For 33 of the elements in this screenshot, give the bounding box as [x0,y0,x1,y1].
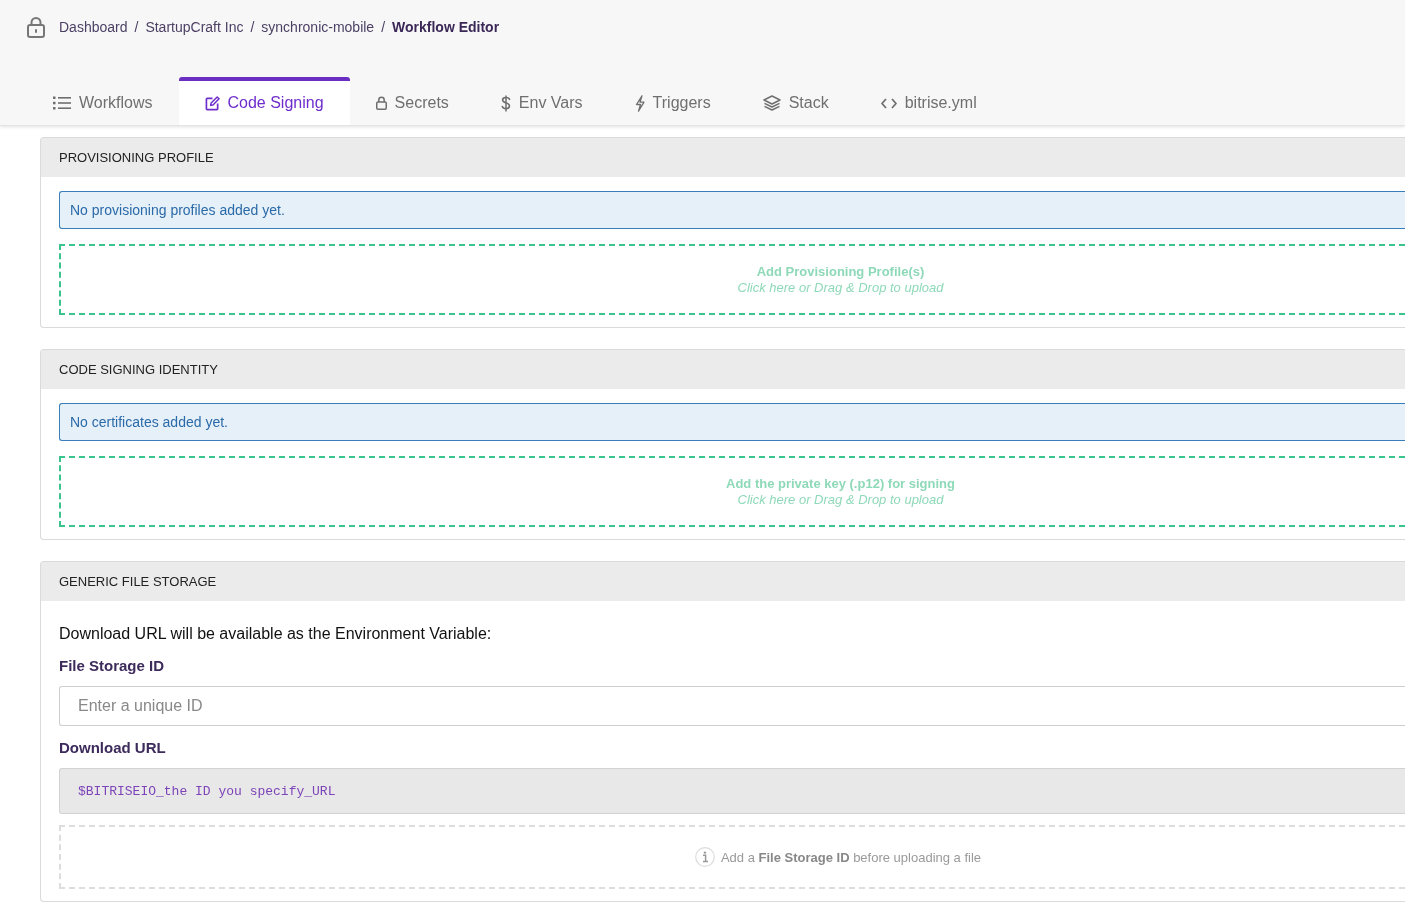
info-icon [694,847,715,867]
breadcrumb-link[interactable]: Workflow Editor [392,19,500,35]
info-notice: No certificates added yet. [59,403,1405,441]
lock-icon [375,96,387,110]
tab[interactable]: Stack [736,77,855,125]
breadcrumb-separator: / [134,19,139,35]
tab[interactable]: Env Vars [474,77,609,125]
dollar-icon [500,94,511,112]
info-notice: No provisioning profiles added yet. [59,191,1405,229]
tab[interactable]: Secrets [349,77,475,125]
file-storage-id-field[interactable]: Enter a unique ID [59,686,1405,726]
breadcrumb-separator: / [250,19,255,35]
download-url-code: $BITRISEIO_the ID you specify_URL [59,768,1405,814]
intro-text: Download URL will be available as the Environment Variable: [59,624,493,644]
tab[interactable]: bitrise.yml [854,77,1003,125]
field-label: Download URL [59,739,167,757]
section-header: GENERIC FILE STORAGE [41,562,1405,601]
section-header: CODE SIGNING IDENTITY [41,350,1405,389]
edit-icon [204,95,220,111]
breadcrumb-separator: / [381,19,386,35]
bolt-icon [634,94,645,112]
lock-icon [27,16,45,38]
field-label: File Storage ID [59,657,166,675]
breadcrumb-link[interactable]: Dashboard [59,19,128,35]
tab[interactable]: Workflows [27,77,179,125]
layers-icon [762,95,781,111]
breadcrumb-link[interactable]: synchronic-mobile [261,19,375,35]
code-icon [880,97,897,109]
tab[interactable]: Triggers [608,77,737,125]
section-header: PROVISIONING PROFILE [41,138,1405,177]
tab[interactable]: Code Signing [178,77,350,125]
breadcrumb-link[interactable]: StartupCraft Inc [145,19,244,35]
list-icon [53,96,71,110]
